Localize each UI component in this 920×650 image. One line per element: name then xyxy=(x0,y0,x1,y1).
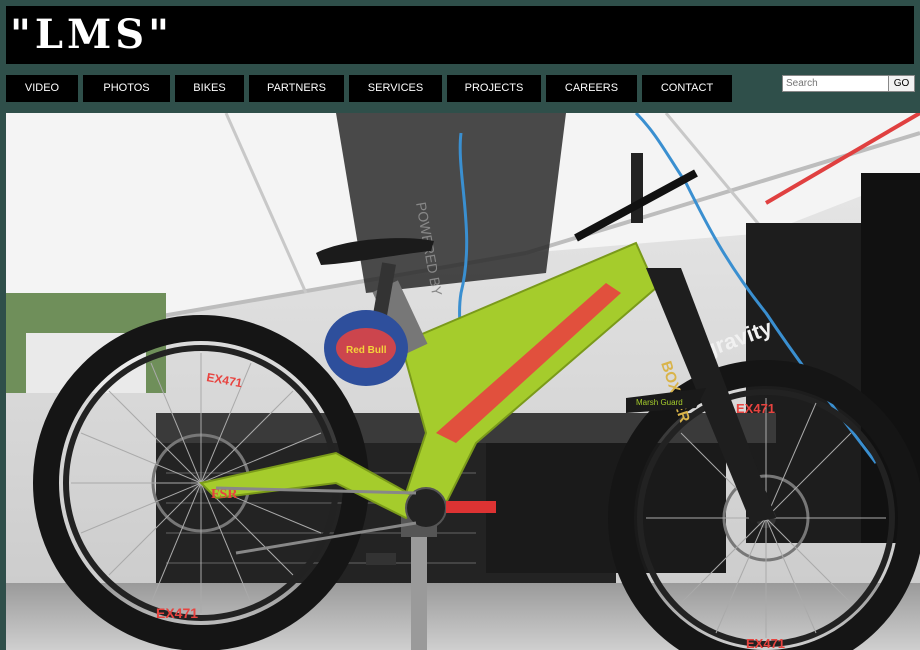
nav-item-video[interactable]: VIDEO xyxy=(6,75,78,102)
nav-item-contact[interactable]: CONTACT xyxy=(642,75,732,102)
search-button[interactable]: GO xyxy=(888,75,915,92)
site-header: "LMS" xyxy=(6,6,914,64)
nav-item-projects[interactable]: PROJECTS xyxy=(447,75,541,102)
front-rim-label-top: EX471 xyxy=(736,401,775,416)
nav-item-careers[interactable]: CAREERS xyxy=(546,75,637,102)
nav-item-partners[interactable]: PARTNERS xyxy=(249,75,344,102)
mudguard-label: Marsh Guard xyxy=(636,398,683,407)
site-logo[interactable]: "LMS" xyxy=(10,8,173,62)
tent-banner-left: POWERED BY xyxy=(336,113,566,298)
rear-rim-label: EX471 xyxy=(156,605,198,621)
nav-item-bikes[interactable]: BIKES xyxy=(175,75,244,102)
helmet-label: Red Bull xyxy=(346,345,387,356)
hero-image: POWERED BY gravity EX471 EX471 EX471 EX4… xyxy=(6,113,920,650)
helmet: Red Bull xyxy=(324,310,408,386)
front-rim-label: EX471 xyxy=(746,636,785,650)
nav-item-services[interactable]: SERVICES xyxy=(349,75,442,102)
nav-item-photos[interactable]: PHOTOS xyxy=(83,75,170,102)
hero-bike-photo: POWERED BY gravity EX471 EX471 EX471 EX4… xyxy=(6,113,920,650)
search-input[interactable] xyxy=(782,75,893,92)
